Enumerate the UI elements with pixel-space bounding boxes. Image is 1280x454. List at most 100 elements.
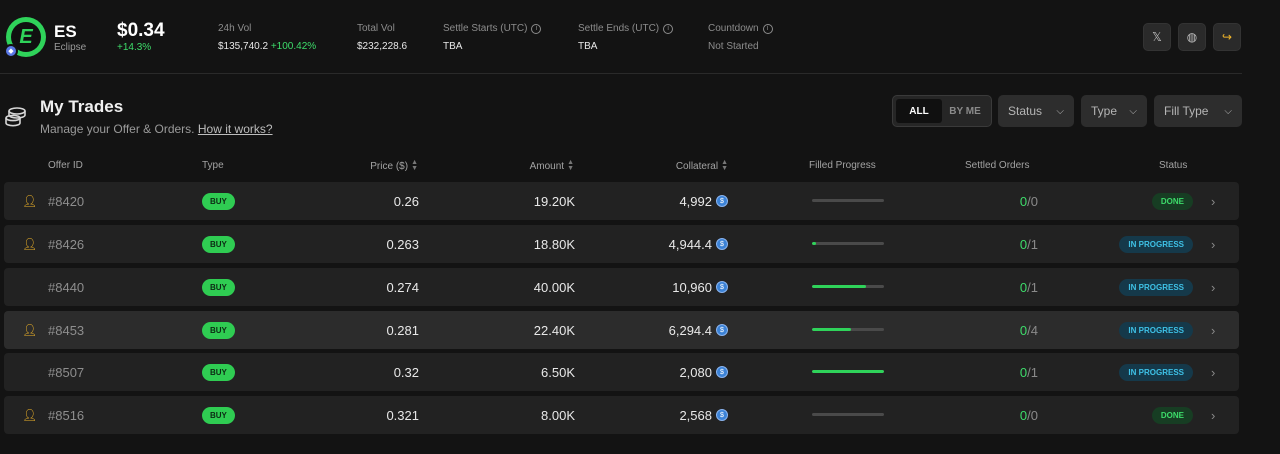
filter-by-me-button[interactable]: BY ME bbox=[942, 99, 988, 123]
settled-orders: 0/0 bbox=[904, 396, 1038, 434]
chevron-right-icon[interactable]: › bbox=[1211, 268, 1215, 306]
page-title: My Trades bbox=[40, 97, 124, 116]
token-name: Eclipse bbox=[54, 42, 87, 53]
settled-orders: 0/1 bbox=[904, 268, 1038, 306]
collateral-value: 4,992 bbox=[679, 193, 712, 209]
usdc-icon: $ bbox=[716, 324, 728, 336]
column-offer-id: Offer ID bbox=[48, 160, 83, 171]
collateral-value: 2,080 bbox=[679, 364, 712, 380]
column-collateral[interactable]: Collateral ▲ ▼ bbox=[676, 159, 728, 172]
status-cell: IN PROGRESS bbox=[1084, 353, 1193, 391]
x-icon[interactable]: 𝕏 bbox=[1143, 23, 1171, 51]
table-row[interactable]: #8440 BUY 0.274 40.00K 10,960 $0/1 IN PROGRESS… bbox=[4, 268, 1239, 306]
stat-24h-vol-value: $135,740.2 bbox=[218, 41, 269, 52]
type-badge-label: BUY bbox=[202, 321, 235, 339]
settled-total: /0 bbox=[1027, 193, 1038, 209]
amount-value: 19.20K bbox=[533, 193, 575, 209]
stat-total-vol: Total Vol $232,228.6 bbox=[357, 23, 407, 52]
type-dropdown[interactable]: Type ⌵ bbox=[1081, 95, 1147, 127]
usdc-icon: $ bbox=[716, 281, 728, 293]
stat-label: Settle Ends (UTC) bbox=[578, 23, 660, 34]
stat-label: Countdown bbox=[708, 23, 759, 34]
amount-value: 18.80K bbox=[533, 236, 575, 252]
type-badge-label: BUY bbox=[202, 278, 235, 296]
offer-id: #8507 bbox=[48, 364, 85, 380]
stat-24h-vol: 24h Vol $135,740.2 +100.42% bbox=[218, 23, 316, 52]
table-row[interactable]: 👤︎ #8516 BUY 0.321 8.00K 2,568 $0/0 DONE › bbox=[4, 396, 1239, 434]
fill-type-dropdown-label: Fill Type bbox=[1164, 104, 1209, 118]
share-icon[interactable]: ↪ bbox=[1213, 23, 1241, 51]
settled-orders: 0/1 bbox=[904, 225, 1038, 263]
table-row[interactable]: 👤︎ #8420 BUY 0.26 19.20K 4,992 $0/0 DONE › bbox=[4, 182, 1239, 220]
how-it-works-link[interactable]: How it works? bbox=[198, 122, 273, 136]
column-settled-orders: Settled Orders bbox=[965, 160, 1030, 171]
offer-id: #8453 bbox=[48, 322, 85, 338]
stat-label-row: Settle Starts (UTC) i bbox=[443, 23, 542, 34]
status-badge: DONE bbox=[1151, 192, 1193, 210]
price-value: 0.281 bbox=[386, 322, 419, 338]
chevron-right-icon[interactable]: › bbox=[1211, 353, 1215, 391]
filled-progress-fill bbox=[812, 285, 866, 288]
owner-filter-toggle: ALL BY ME bbox=[892, 95, 992, 127]
coins-icon bbox=[5, 107, 26, 127]
collateral-cell: 6,294.4 $ bbox=[584, 311, 728, 349]
collateral-value: 4,944.4 bbox=[668, 236, 712, 252]
filter-all-button[interactable]: ALL bbox=[896, 99, 942, 123]
type-badge: BUY bbox=[202, 396, 235, 434]
status-badge: DONE bbox=[1151, 406, 1193, 424]
offer-id: #8426 bbox=[48, 236, 85, 252]
settled-count: 0 bbox=[1019, 322, 1028, 338]
fill-type-dropdown[interactable]: Fill Type ⌵ bbox=[1154, 95, 1242, 127]
stat-settle-ends: Settle Ends (UTC) i TBA bbox=[578, 23, 674, 52]
stat-countdown: Countdown i Not Started bbox=[708, 23, 773, 52]
price-value: 0.274 bbox=[386, 279, 419, 295]
table-row[interactable]: 👤︎ #8453 BUY 0.281 22.40K 6,294.4 $0/4 IN PROGR… bbox=[4, 311, 1239, 349]
settled-total: /1 bbox=[1027, 279, 1038, 295]
header-divider bbox=[0, 73, 1242, 74]
collateral-cell: 2,080 $ bbox=[584, 353, 728, 391]
stat-label-row: Settle Ends (UTC) i bbox=[578, 23, 674, 34]
globe-icon[interactable]: ◍ bbox=[1178, 23, 1206, 51]
type-badge: BUY bbox=[202, 225, 235, 263]
type-badge-label: BUY bbox=[202, 235, 235, 253]
column-price[interactable]: Price ($) ▲ ▼ bbox=[370, 159, 418, 172]
settled-orders: 0/0 bbox=[904, 182, 1038, 220]
chevron-right-icon[interactable]: › bbox=[1211, 225, 1215, 263]
filled-progress-bar bbox=[812, 242, 884, 245]
amount-value: 22.40K bbox=[533, 322, 575, 338]
stat-label: Settle Starts (UTC) bbox=[443, 23, 528, 34]
usdc-icon: $ bbox=[716, 409, 728, 421]
user-icon: 👤︎ bbox=[22, 194, 38, 208]
stat-value: $135,740.2 +100.42% bbox=[218, 41, 316, 52]
token-header: E ◆ ES Eclipse $0.34 +14.3% 24h Vol $135… bbox=[0, 0, 1280, 74]
stat-value: $232,228.6 bbox=[357, 41, 408, 52]
settled-orders: 0/1 bbox=[904, 353, 1038, 391]
token-symbol: ES bbox=[54, 22, 77, 41]
table-row[interactable]: #8507 BUY 0.32 6.50K 2,080 $0/1 IN PROGRESS › bbox=[4, 353, 1239, 391]
sort-icon: ▲ ▼ bbox=[721, 159, 728, 172]
user-icon: 👤︎ bbox=[22, 323, 38, 337]
price-value: 0.26 bbox=[393, 193, 419, 209]
info-icon[interactable]: i bbox=[663, 23, 674, 34]
chevron-right-icon[interactable]: › bbox=[1211, 396, 1215, 434]
table-row[interactable]: 👤︎ #8426 BUY 0.263 18.80K 4,944.4 $0/1 IN PROGR… bbox=[4, 225, 1239, 263]
usdc-icon: $ bbox=[716, 238, 728, 250]
amount-value: 40.00K bbox=[533, 279, 575, 295]
chevron-right-icon[interactable]: › bbox=[1211, 311, 1215, 349]
page-subtitle: Manage your Offer & Orders. How it works… bbox=[40, 122, 273, 136]
chevron-right-icon[interactable]: › bbox=[1211, 182, 1215, 220]
usdc-icon: $ bbox=[716, 366, 728, 378]
user-icon: 👤︎ bbox=[22, 237, 38, 251]
subtitle-text: Manage your Offer & Orders. bbox=[40, 122, 195, 136]
info-icon[interactable]: i bbox=[531, 23, 542, 34]
settled-count: 0 bbox=[1019, 279, 1028, 295]
column-amount[interactable]: Amount ▲ ▼ bbox=[530, 159, 574, 172]
status-dropdown[interactable]: Status ⌵ bbox=[998, 95, 1074, 127]
token-price-change: +14.3% bbox=[117, 42, 152, 53]
type-badge-label: BUY bbox=[202, 363, 235, 381]
stat-value: Not Started bbox=[708, 41, 759, 52]
collateral-cell: 10,960 $ bbox=[584, 268, 728, 306]
info-icon[interactable]: i bbox=[762, 23, 773, 34]
user-icon: 👤︎ bbox=[22, 408, 38, 422]
settled-count: 0 bbox=[1019, 236, 1028, 252]
